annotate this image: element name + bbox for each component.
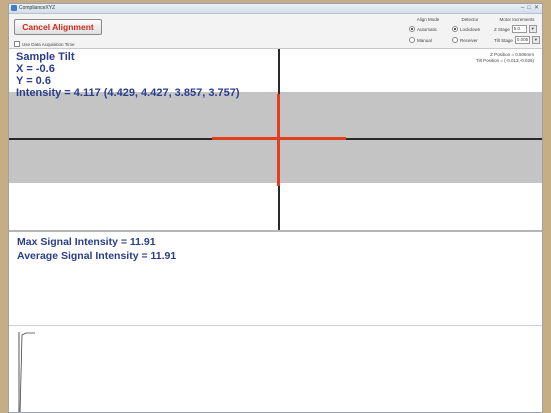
automatic-radio[interactable]: [409, 26, 415, 32]
align-mode-manual[interactable]: Manual: [409, 36, 447, 44]
z-stage-label: Z Stage: [494, 26, 510, 32]
average-signal-intensity: Average Signal Intensity = 11.91: [17, 250, 177, 262]
title-bar: ComplianceXYZ – □ ✕: [9, 4, 542, 14]
signal-plot-panel: [9, 326, 542, 412]
detector-lockdown[interactable]: Lockdown: [452, 25, 488, 33]
restore-icon[interactable]: □: [527, 4, 531, 13]
use-acquisition-time-label: Use Data Acquisition Time: [22, 41, 75, 47]
detector-group: Detector Lockdown Receiver: [452, 17, 488, 47]
z-stage-input[interactable]: 5.0: [511, 25, 527, 33]
tilt-stage-input[interactable]: 0.005: [514, 36, 530, 44]
receiver-radio[interactable]: [452, 37, 458, 43]
signal-trace: [19, 332, 35, 412]
toolbar: Cancel Alignment Use Data Acquisition Ti…: [9, 14, 542, 49]
position-info: Z Position = 0.506mm Tilt Position = (-0…: [476, 52, 534, 64]
detector-receiver[interactable]: Receiver: [452, 36, 488, 44]
manual-radio[interactable]: [409, 37, 415, 43]
crosshair-vertical: [277, 94, 280, 186]
window-title: ComplianceXYZ: [19, 5, 56, 11]
sample-tilt-panel: Sample Tilt X = -0.6 Y = 0.6 Intensity =…: [9, 49, 542, 232]
align-mode-automatic[interactable]: Automatic: [409, 25, 447, 33]
signal-panel: Max Signal Intensity = 11.91 Average Sig…: [9, 232, 542, 326]
tilt-y-readout: Y = 0.6: [16, 75, 51, 87]
tilt-stage-row: Tilt Stage 0.005 ▼: [494, 36, 540, 44]
detector-header: Detector: [461, 17, 479, 22]
z-stage-row: Z Stage 5.0 ▼: [494, 25, 540, 33]
tilt-x-readout: X = -0.6: [16, 63, 55, 75]
tilt-position-text: Tilt Position = (-0.013,-0.026): [476, 58, 534, 63]
tilt-stage-label: Tilt Stage: [494, 37, 513, 43]
use-acquisition-time-option[interactable]: Use Data Acquisition Time: [14, 41, 75, 47]
align-mode-group: Align Mode Automatic Manual: [409, 17, 447, 47]
tilt-stage-dropdown-icon[interactable]: ▼: [531, 36, 540, 44]
align-mode-header: Align Mode: [416, 17, 440, 22]
cancel-alignment-button[interactable]: Cancel Alignment: [14, 19, 102, 35]
minimize-icon[interactable]: –: [521, 4, 524, 13]
app-window: ComplianceXYZ – □ ✕ Cancel Alignment Use…: [8, 3, 543, 413]
close-icon[interactable]: ✕: [534, 4, 539, 13]
window-controls: – □ ✕: [521, 4, 539, 13]
intensity-readout: Intensity = 4.117 (4.429, 4.427, 3.857, …: [16, 87, 240, 99]
use-acquisition-time-checkbox[interactable]: [14, 41, 20, 47]
motor-increments-group: Motor Increments Z Stage 5.0 ▼ Tilt Stag…: [494, 17, 540, 47]
sample-tilt-title: Sample Tilt: [16, 51, 75, 63]
lockdown-radio[interactable]: [452, 26, 458, 32]
signal-plot: [18, 332, 35, 412]
motor-increments-header: Motor Increments: [499, 17, 535, 22]
z-stage-dropdown-icon[interactable]: ▼: [528, 25, 537, 33]
max-signal-intensity: Max Signal Intensity = 11.91: [17, 236, 156, 248]
app-icon: [11, 5, 17, 11]
